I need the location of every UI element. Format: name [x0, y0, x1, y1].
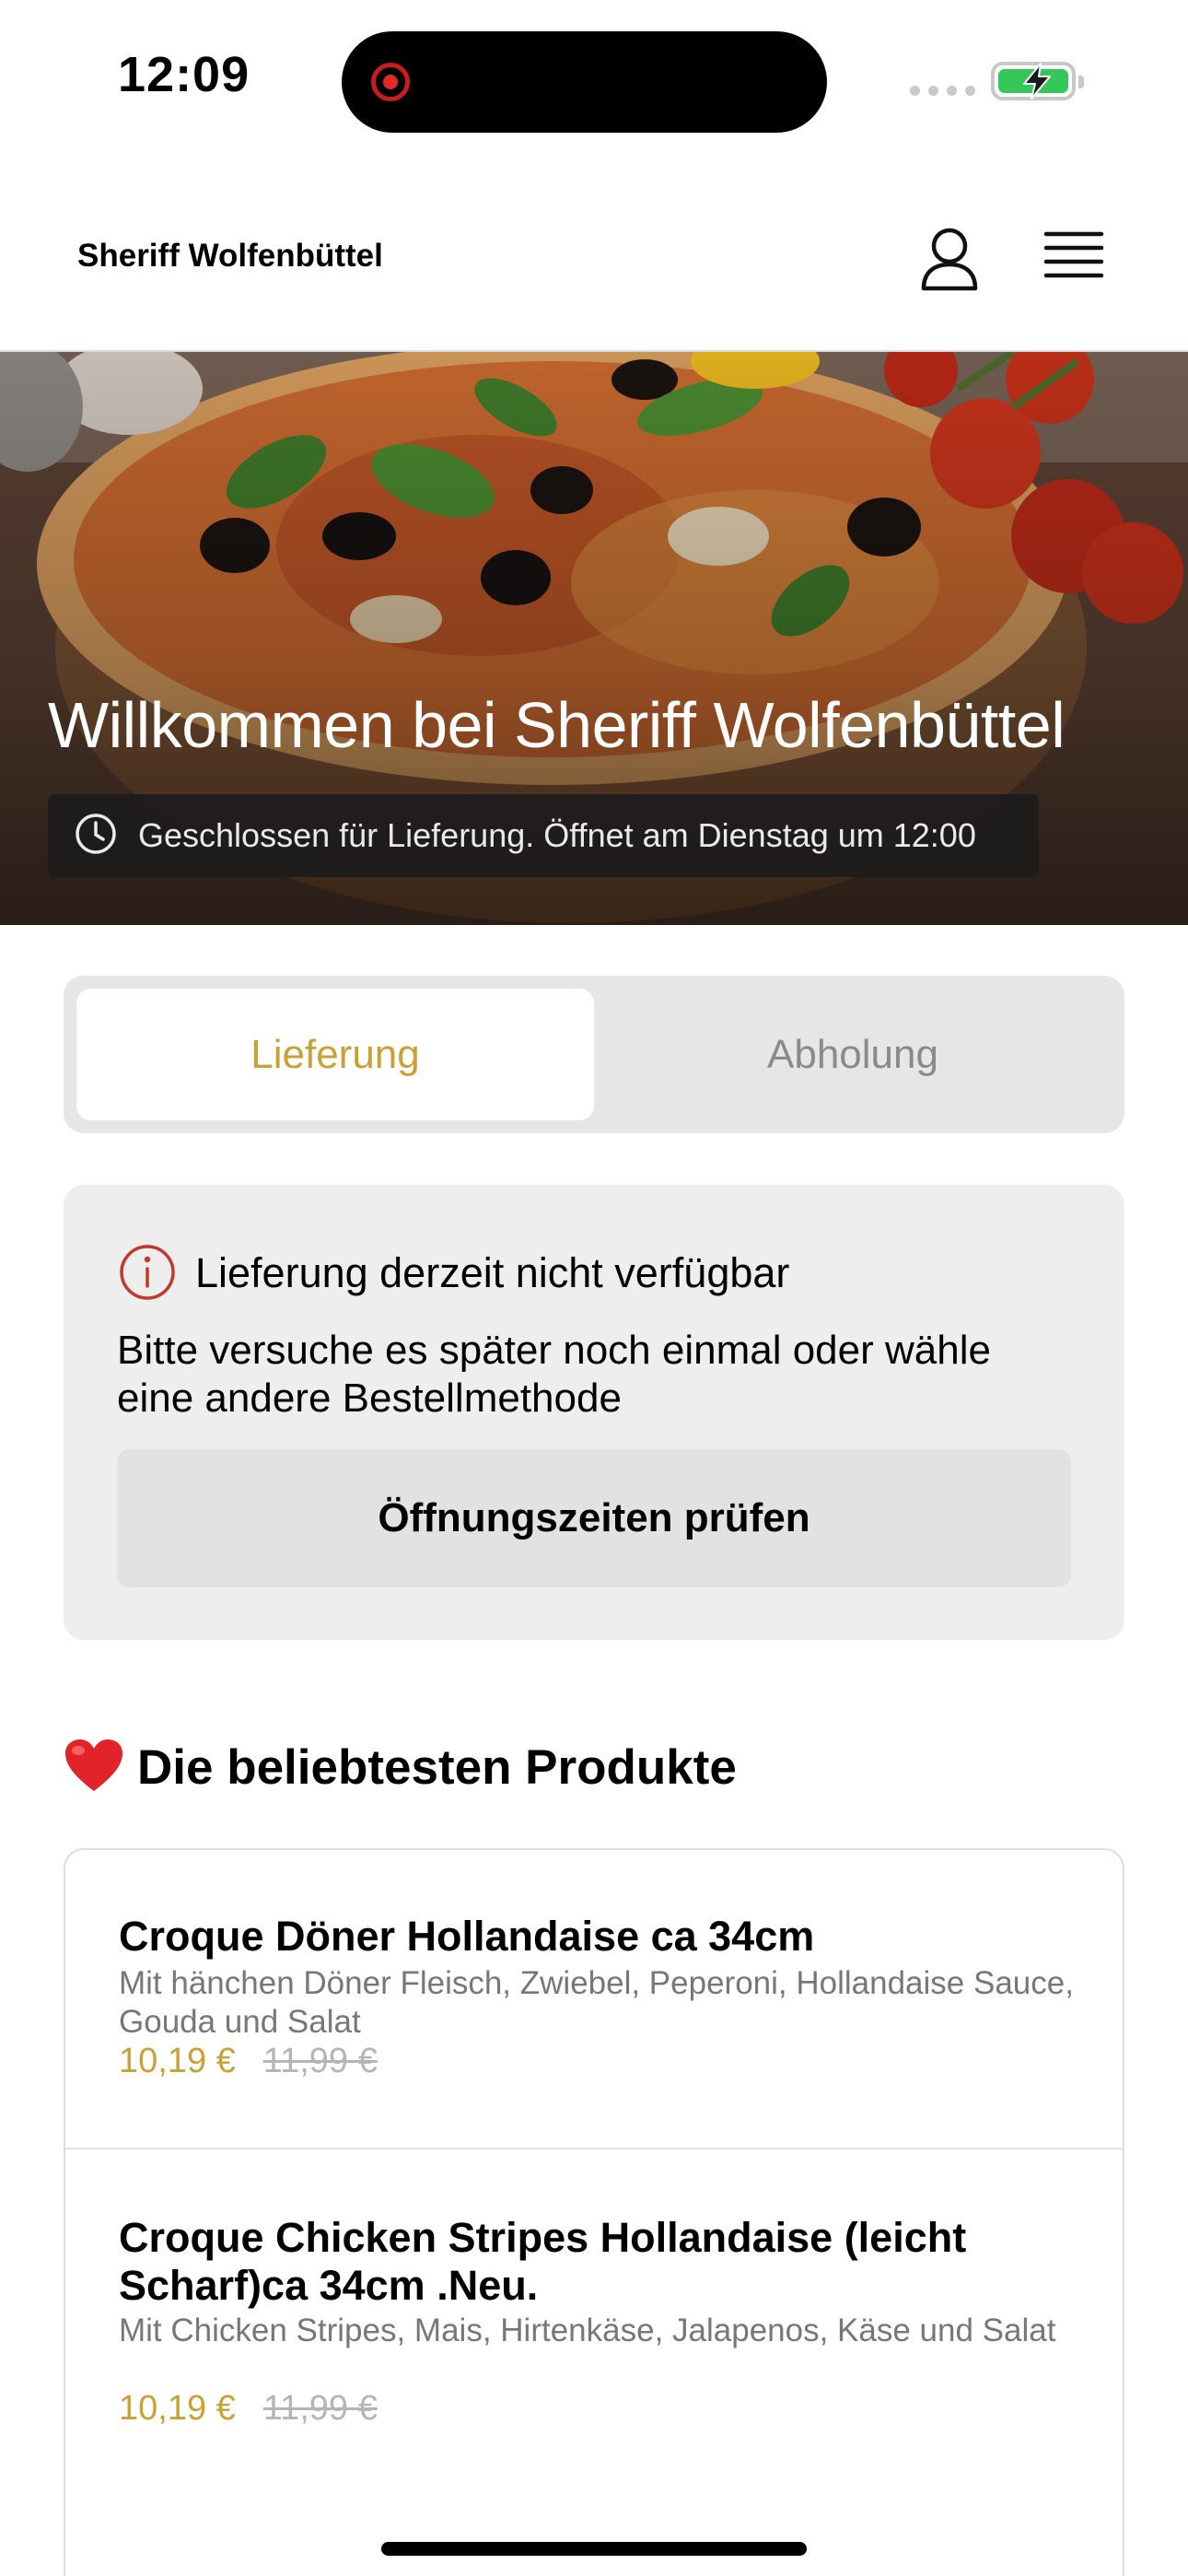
product-name: Croque Döner Hollandaise ca 34cm [119, 1913, 815, 1960]
restaurant-name[interactable]: Sheriff Wolfenbüttel [77, 238, 383, 275]
hero-banner: Willkommen bei Sheriff Wolfenbüttel Gesc… [0, 352, 1188, 925]
unavailable-title: Lieferung derzeit nicht verfügbar [195, 1249, 790, 1296]
tab-lieferung[interactable]: Lieferung [76, 989, 594, 1120]
info-icon [119, 1244, 176, 1306]
home-indicator[interactable] [381, 2542, 807, 2556]
check-opening-hours-button[interactable]: Öffnungszeiten prüfen [117, 1449, 1071, 1587]
product-price: 10,19 € 11,99 € [119, 2042, 378, 2081]
heart-emoji [64, 1738, 124, 1797]
product-price: 10,19 € 11,99 € [119, 2389, 378, 2429]
popular-products-list: Croque Döner Hollandaise ca 34cm Mit hän… [64, 1848, 1124, 2576]
welcome-title: Willkommen bei Sheriff Wolfenbüttel [48, 689, 1066, 761]
unavailable-message: Bitte versuche es später noch einmal ode… [117, 1328, 991, 1421]
hamburger-menu-icon[interactable] [1042, 226, 1105, 288]
original-price: 11,99 € [262, 2042, 378, 2080]
status-time: 12:09 [118, 47, 250, 102]
product-item[interactable]: Croque Chicken Stripes Hollandaise (leic… [65, 2149, 1123, 2576]
product-item[interactable]: Croque Döner Hollandaise ca 34cm Mit hän… [65, 1850, 1123, 2149]
app-header: Sheriff Wolfenbüttel [0, 161, 1188, 352]
current-price: 10,19 € [119, 2042, 236, 2080]
app-screen: 12:09 Sheriff Wolfenbüttel Willkommen be… [0, 0, 1188, 2576]
delivery-unavailable-card: Lieferung derzeit nicht verfügbar Bitte … [64, 1185, 1124, 1640]
user-icon[interactable] [914, 224, 984, 294]
dynamic-island [342, 31, 827, 133]
recording-indicator-icon [371, 63, 410, 101]
cellular-signal-icon [910, 86, 975, 96]
closed-notice-text: Geschlossen für Lieferung. Öffnet am Die… [138, 816, 976, 854]
battery-charging-icon [991, 62, 1084, 100]
clock-icon [74, 812, 118, 861]
popular-products-header: Die beliebtesten Produkte [64, 1738, 737, 1797]
current-price: 10,19 € [119, 2389, 236, 2428]
order-mode-toggle: Lieferung Abholung [64, 976, 1124, 1133]
popular-products-title: Die beliebtesten Produkte [137, 1740, 737, 1795]
product-description: Mit Chicken Stripes, Mais, Hirtenkäse, J… [119, 2313, 1056, 2348]
tab-abholung[interactable]: Abholung [594, 989, 1112, 1120]
original-price: 11,99 € [262, 2389, 378, 2428]
closed-notice: Geschlossen für Lieferung. Öffnet am Die… [48, 794, 1039, 877]
product-description: Mit hänchen Döner Fleisch, Zwiebel, Pepe… [119, 1965, 1074, 2040]
product-name: Croque Chicken Stripes Hollandaise (leic… [119, 2214, 967, 2309]
status-bar: 12:09 [0, 0, 1188, 161]
